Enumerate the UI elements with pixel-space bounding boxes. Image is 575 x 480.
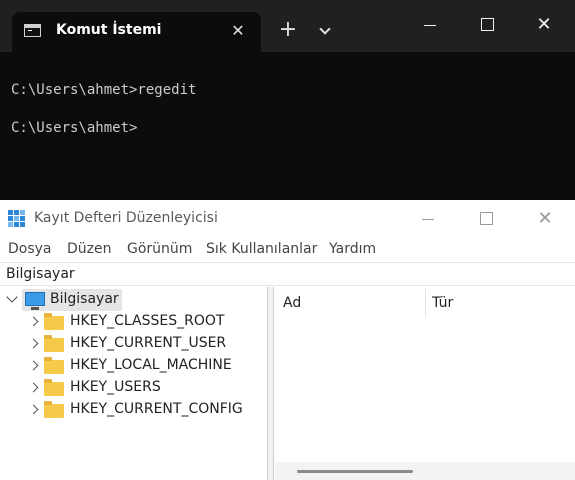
cmd-icon (24, 24, 41, 37)
regedit-close-button[interactable]: ✕ (525, 204, 565, 234)
tree-item-label: HKEY_CURRENT_USER (70, 335, 227, 351)
regedit-menubar: Dosya Düzen Görünüm Sık Kullanılanlar Ya… (0, 238, 575, 262)
folder-icon (44, 357, 64, 374)
expand-chevron-icon[interactable] (28, 360, 39, 371)
expand-chevron-icon[interactable] (28, 316, 39, 327)
address-bar[interactable]: Bilgisayar (0, 262, 575, 286)
terminal-line: C:\Users\ahmet>regedit (11, 82, 197, 98)
terminal-output[interactable]: C:\Users\ahmet>regedit C:\Users\ahmet> (0, 52, 575, 200)
expand-chevron-icon[interactable] (28, 382, 39, 393)
terminal-tab-title: Komut İstemi (56, 22, 162, 38)
computer-icon (25, 292, 45, 310)
column-separator[interactable] (425, 289, 426, 317)
folder-icon (44, 313, 64, 330)
registry-editor-window: Kayıt Defteri Düzenleyicisi ✕ Dosya Düze… (0, 200, 575, 480)
regedit-minimize-button[interactable] (408, 204, 448, 234)
tree-item-label: Bilgisayar (50, 291, 119, 307)
tree-item-label: HKEY_CLASSES_ROOT (70, 313, 225, 329)
tab-dropdown-button[interactable] (314, 20, 336, 42)
tree-item-label: HKEY_LOCAL_MACHINE (70, 357, 232, 373)
expand-chevron-icon[interactable] (28, 404, 39, 415)
expand-chevron-icon[interactable] (28, 338, 39, 349)
horizontal-scrollbar[interactable] (275, 462, 575, 480)
regedit-title: Kayıt Defteri Düzenleyicisi (34, 210, 218, 226)
folder-icon (44, 401, 64, 418)
menu-sik-kullanilanlar[interactable]: Sık Kullanılanlar (206, 241, 317, 257)
tree-item-label: HKEY_USERS (70, 379, 161, 395)
terminal-titlebar: Komut İstemi ✕ + ✕ (0, 0, 575, 52)
menu-duzen[interactable]: Düzen (67, 241, 112, 257)
terminal-minimize-button[interactable] (410, 10, 450, 40)
scrollbar-thumb[interactable] (297, 470, 413, 473)
menu-yardim[interactable]: Yardım (329, 241, 376, 257)
menu-dosya[interactable]: Dosya (8, 241, 52, 257)
column-header-tur[interactable]: Tür (432, 295, 453, 311)
collapse-chevron-icon[interactable] (6, 291, 18, 303)
folder-icon (44, 335, 64, 352)
chevron-down-icon (319, 23, 331, 35)
tree-item-label: HKEY_CURRENT_CONFIG (70, 401, 243, 417)
folder-icon (44, 379, 64, 396)
terminal-tab[interactable]: Komut İstemi ✕ (12, 12, 261, 52)
terminal-close-button[interactable]: ✕ (524, 10, 564, 40)
new-tab-button[interactable]: + (276, 18, 300, 42)
terminal-window: Komut İstemi ✕ + ✕ C:\Users\ahmet>regedi… (0, 0, 575, 200)
pane-splitter[interactable] (268, 287, 274, 480)
close-tab-icon[interactable]: ✕ (227, 20, 249, 42)
registry-tree: Bilgisayar HKEY_CLASSES_ROOT HKEY_CURREN… (0, 287, 268, 480)
regedit-app-icon (8, 210, 26, 228)
column-header-ad[interactable]: Ad (283, 295, 301, 311)
terminal-prompt-line: C:\Users\ahmet> (11, 120, 138, 136)
regedit-titlebar: Kayıt Defteri Düzenleyicisi ✕ (0, 200, 575, 238)
values-list[interactable]: Ad Tür (275, 287, 575, 480)
regedit-maximize-button[interactable] (466, 204, 506, 234)
menu-gorunum[interactable]: Görünüm (127, 241, 192, 257)
terminal-maximize-button[interactable] (467, 10, 507, 40)
